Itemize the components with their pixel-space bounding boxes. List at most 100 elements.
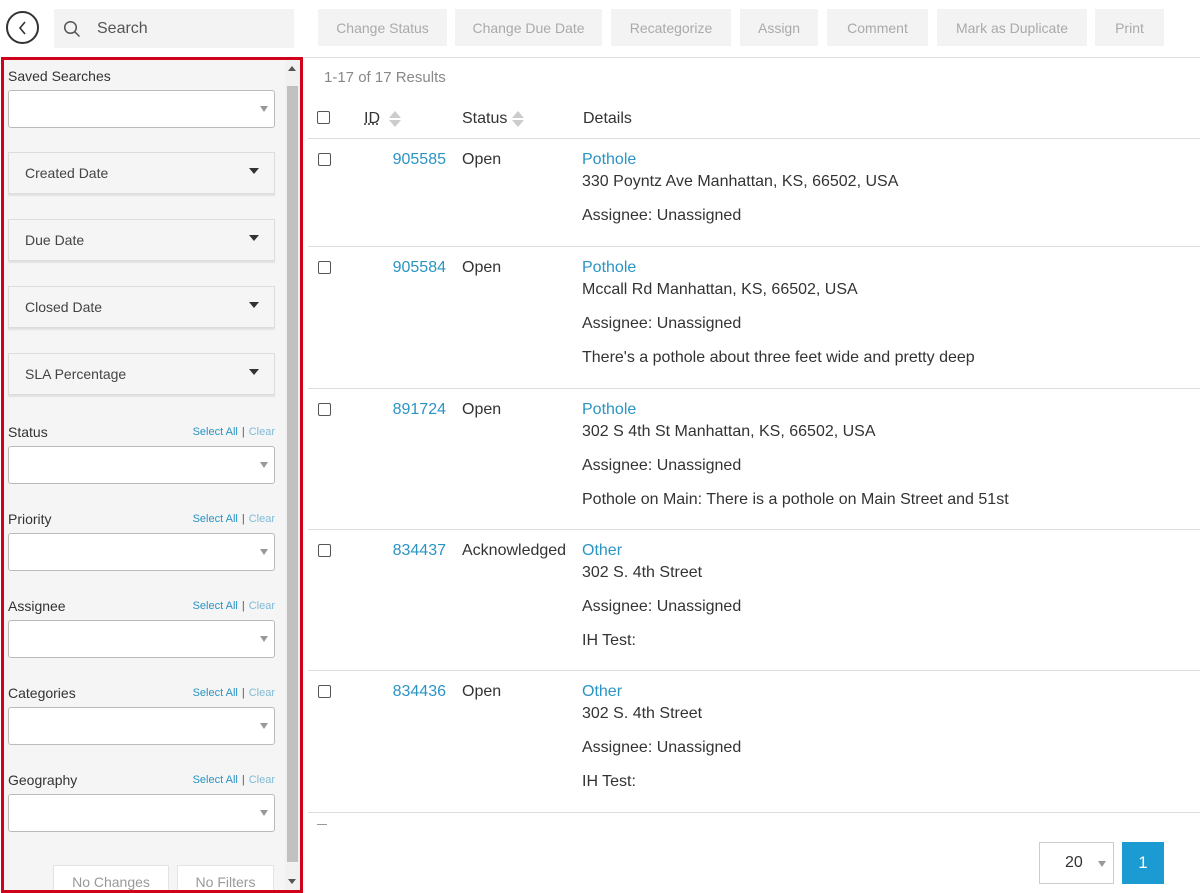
select-all-link[interactable]: Select All [193,513,238,525]
table-row: 905584 Open Pothole Mccall Rd Manhattan,… [308,247,1200,389]
select-all-link[interactable]: Select All [193,426,238,438]
assign-button[interactable]: Assign [740,9,818,46]
request-status: Acknowledged [462,542,567,559]
request-id-link[interactable]: 834436 [393,683,446,701]
row-checkbox[interactable] [318,403,331,416]
request-description: There's a pothole about three feet wide … [582,349,975,366]
link-separator: | [241,426,245,438]
request-address: Mccall Rd Manhattan, KS, 66502, USA [582,281,858,298]
mark-as-duplicate-button[interactable]: Mark as Duplicate [937,9,1087,46]
request-status: Open [462,401,502,418]
no-changes-button[interactable]: No Changes [53,865,169,890]
request-id-link[interactable]: 905584 [393,259,446,277]
sidebar-scrollbar[interactable] [285,60,300,890]
request-category-link[interactable]: Other [582,542,622,560]
select-all-link[interactable]: Select All [193,687,238,699]
row-checkbox[interactable] [318,261,331,274]
clear-link[interactable]: Clear [249,774,275,786]
row-checkbox[interactable] [318,544,331,557]
request-assignee: Assignee: Unassigned [582,457,742,474]
priority-select[interactable] [8,533,275,571]
page-1-button[interactable]: 1 [1122,842,1164,884]
select-all-link[interactable]: Select All [193,600,238,612]
row-checkbox[interactable] [318,685,331,698]
due-date-filter[interactable]: Due Date [8,219,275,261]
sla-percentage-filter[interactable]: SLA Percentage [8,353,275,395]
chevron-left-icon [18,20,26,35]
caret-down-icon [249,369,259,375]
request-assignee: Assignee: Unassigned [582,739,742,756]
no-filters-button[interactable]: No Filters [177,865,274,890]
priority-filter-links: Select All | Clear [193,513,275,525]
status-select[interactable] [8,446,275,484]
request-description: IH Test: [582,773,636,790]
request-category-link[interactable]: Pothole [582,151,636,169]
change-due-date-button[interactable]: Change Due Date [455,9,602,46]
saved-searches-label: Saved Searches [8,68,111,84]
dropdown-arrow-icon [1098,861,1106,867]
table-row: 834436 Open Other 302 S. 4th Street Assi… [308,671,1200,813]
select-all-checkbox[interactable] [317,111,330,124]
print-button[interactable]: Print [1095,9,1164,46]
table-row: 905585 Open Pothole 330 Poyntz Ave Manha… [308,139,1200,247]
request-category-link[interactable]: Pothole [582,259,636,277]
request-address: 330 Poyntz Ave Manhattan, KS, 66502, USA [582,173,899,190]
request-assignee: Assignee: Unassigned [582,315,742,332]
request-status: Open [462,151,502,168]
table-row: 834437 Acknowledged Other 302 S. 4th Str… [308,530,1200,671]
scroll-down-icon[interactable] [288,879,296,884]
row-checkbox[interactable] [318,153,331,166]
back-button[interactable] [6,11,39,44]
request-address: 302 S 4th St Manhattan, KS, 66502, USA [582,423,876,440]
assignee-select[interactable] [8,620,275,658]
request-description: Pothole on Main: There is a pothole on M… [582,491,1009,508]
clear-link[interactable]: Clear [249,600,275,612]
sort-icon[interactable] [389,111,401,127]
dropdown-arrow-icon [260,723,268,729]
change-status-button[interactable]: Change Status [318,9,447,46]
page-size-value: 20 [1065,854,1083,871]
request-id-link[interactable]: 891724 [393,401,446,419]
request-address: 302 S. 4th Street [582,564,703,581]
created-date-label: Created Date [25,165,109,181]
details-column-header: Details [583,110,632,127]
comment-button[interactable]: Comment [827,9,928,46]
clear-link[interactable]: Clear [249,426,275,438]
request-category-link[interactable]: Pothole [582,401,636,419]
results-count: 1-17 of 17 Results [324,69,446,86]
filter-panel: Saved Searches Created Date Due Date Clo… [4,60,285,890]
caret-down-icon [249,302,259,308]
search-input[interactable] [97,19,267,38]
page-size-select[interactable]: 20 [1039,842,1114,884]
scroll-up-icon[interactable] [288,66,296,71]
due-date-label: Due Date [25,232,85,248]
clear-link[interactable]: Clear [249,513,275,525]
request-id-link[interactable]: 905585 [393,151,446,169]
search-box[interactable] [54,9,294,48]
request-assignee: Assignee: Unassigned [582,207,742,224]
categories-select[interactable] [8,707,275,745]
search-icon [63,20,81,37]
sla-percentage-label: SLA Percentage [25,366,127,382]
dropdown-arrow-icon [260,810,268,816]
created-date-filter[interactable]: Created Date [8,152,275,194]
closed-date-filter[interactable]: Closed Date [8,286,275,328]
assignee-filter-links: Select All | Clear [193,600,275,612]
categories-filter-label: Categories [8,685,76,701]
recategorize-button[interactable]: Recategorize [611,9,731,46]
sort-icon[interactable] [512,111,524,127]
request-category-link[interactable]: Other [582,683,622,701]
request-id-link[interactable]: 834437 [393,542,446,560]
request-address: 302 S. 4th Street [582,705,703,722]
status-column-header[interactable]: Status [462,110,507,128]
table-header: ID Status Details [308,104,1200,139]
dropdown-arrow-icon [260,549,268,555]
scroll-thumb[interactable] [287,86,298,862]
saved-searches-select[interactable] [8,90,275,128]
clear-link[interactable]: Clear [249,687,275,699]
dropdown-arrow-icon [260,462,268,468]
select-all-link[interactable]: Select All [193,774,238,786]
geography-select[interactable] [8,794,275,832]
id-column-header[interactable]: ID [364,110,380,128]
closed-date-label: Closed Date [25,299,103,315]
